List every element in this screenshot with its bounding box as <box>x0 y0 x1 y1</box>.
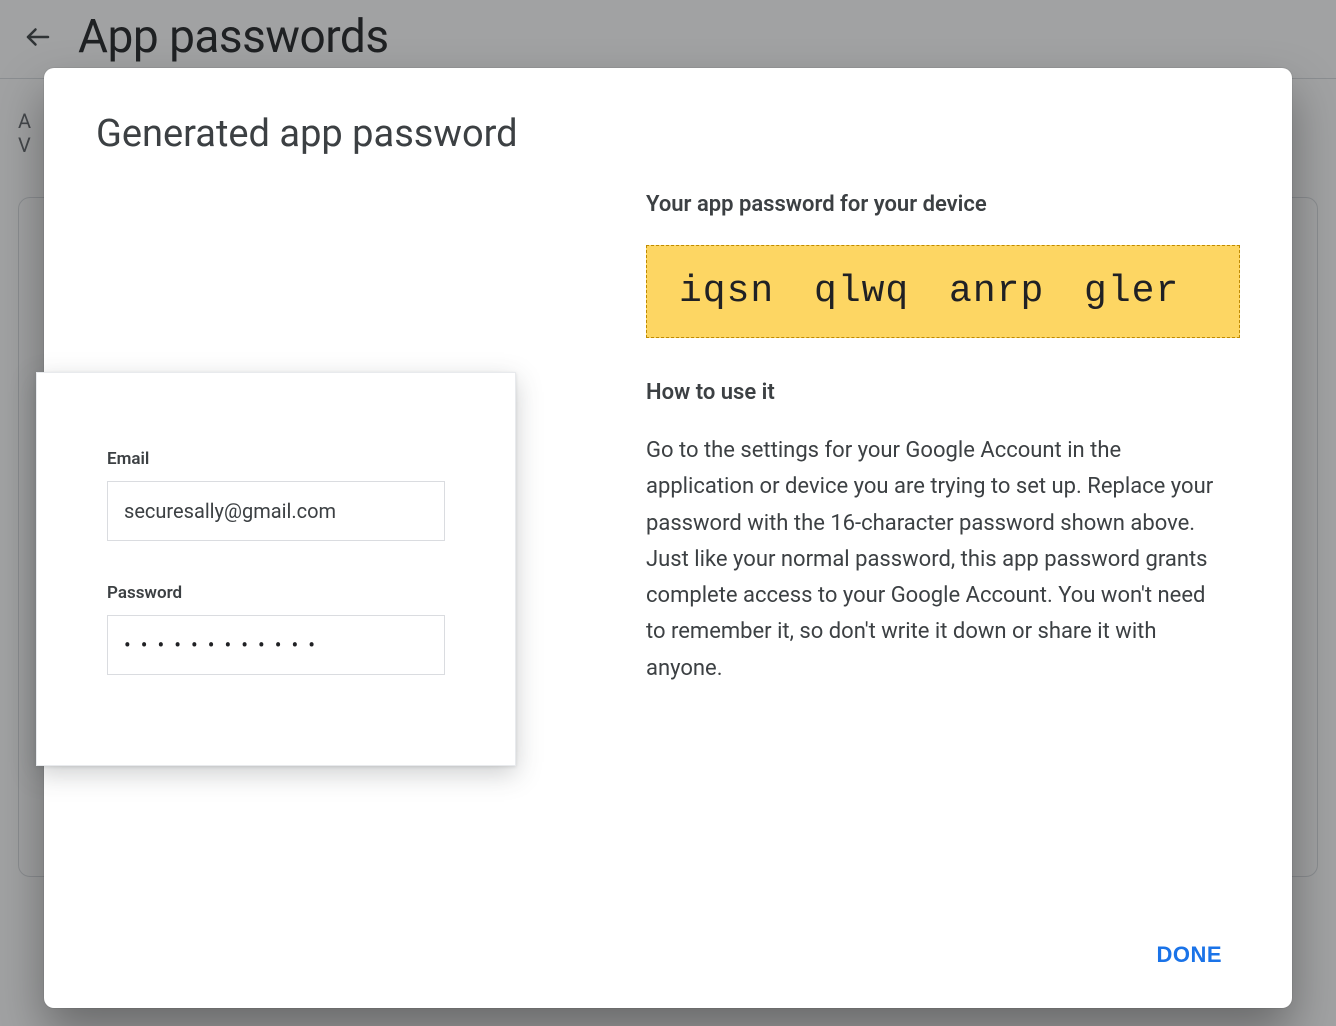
email-label: Email <box>107 449 445 469</box>
password-field-wrap: Password •••••••••••• <box>107 583 445 675</box>
email-field[interactable] <box>107 481 445 541</box>
dialog-title: Generated app password <box>96 112 1240 156</box>
dialog-left-column: Email Password •••••••••••• <box>96 192 576 908</box>
password-label: Password <box>107 583 445 603</box>
dialog-right-column: Your app password for your device iqsn q… <box>646 192 1240 908</box>
password-field[interactable]: •••••••••••• <box>107 615 445 675</box>
dialog-footer: DONE <box>96 908 1240 978</box>
password-masked-value: •••••••••••• <box>108 616 444 674</box>
dialog-body: Email Password •••••••••••• Your app pas… <box>96 192 1240 908</box>
done-button[interactable]: DONE <box>1138 932 1240 978</box>
login-preview-card: Email Password •••••••••••• <box>36 372 516 766</box>
email-field-wrap: Email <box>107 449 445 541</box>
generated-password-value[interactable]: iqsn qlwq anrp gler <box>646 245 1240 338</box>
device-password-heading: Your app password for your device <box>646 192 1240 217</box>
instructions-text: Go to the settings for your Google Accou… <box>646 433 1216 687</box>
generated-password-dialog: Generated app password Email Password ••… <box>44 68 1292 1008</box>
how-to-heading: How to use it <box>646 380 1240 405</box>
